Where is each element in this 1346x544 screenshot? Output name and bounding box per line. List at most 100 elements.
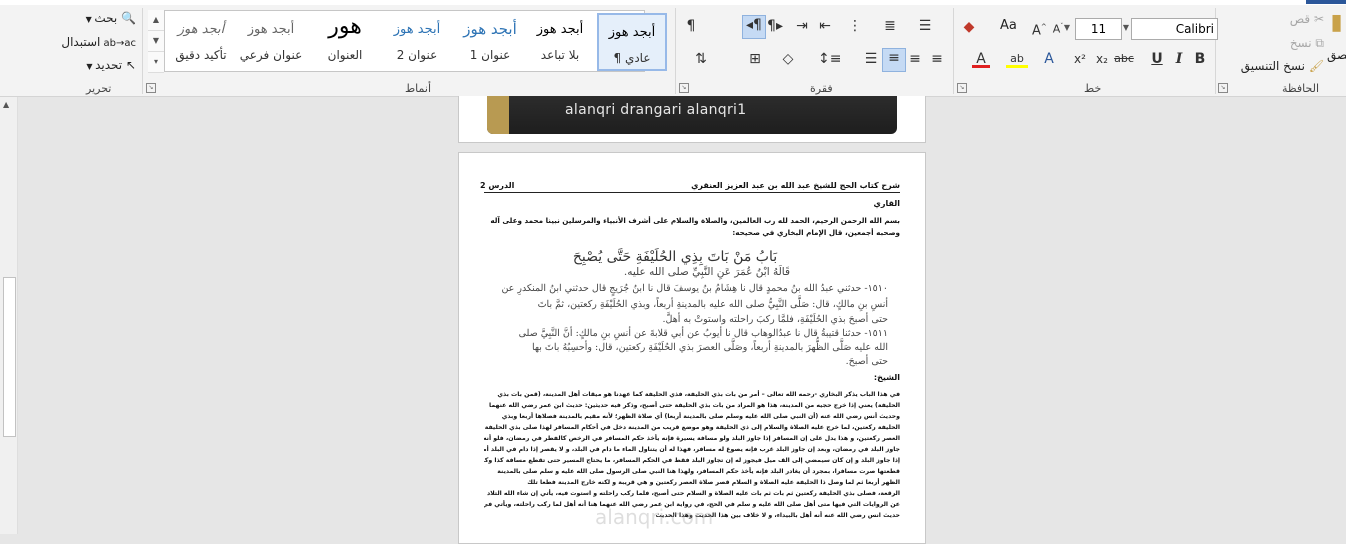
- commentary-line: جاوز البلد في رمضان، وبعد إن جاوز البلد …: [484, 446, 900, 453]
- gallery-down-icon[interactable]: ▼: [148, 31, 164, 52]
- find-button[interactable]: 🔍 بحث ▼: [70, 11, 136, 25]
- align-right-icon[interactable]: ≡: [928, 50, 946, 68]
- align-left-icon[interactable]: ≡: [882, 48, 906, 72]
- styles-gallery-scroll[interactable]: ▲ ▼ ▾: [148, 10, 165, 73]
- justify-icon[interactable]: ☰: [862, 50, 880, 68]
- borders-icon[interactable]: ⊞: [745, 50, 765, 68]
- paragraph-launcher-icon[interactable]: ↘: [679, 83, 689, 93]
- font-name-dropdown-icon[interactable]: ▼: [1121, 18, 1131, 38]
- font-size-select[interactable]: 11: [1075, 18, 1122, 40]
- editing-group-label: تحرير: [86, 82, 112, 95]
- commentary-line: الرقعة، فصلى بذي الحليفة ركعتين ثم بات ث…: [486, 490, 900, 497]
- bold-icon[interactable]: B: [1192, 50, 1208, 68]
- commentary-line: الحليفة ركعتين، لما خرج عليه الصلاة والس…: [484, 424, 900, 431]
- clipboard-group-label: الحافظة: [1282, 82, 1320, 95]
- rtl-direction-icon[interactable]: ◂¶: [742, 15, 766, 39]
- strikethrough-icon[interactable]: abc: [1112, 50, 1136, 68]
- vertical-scrollbar[interactable]: ▲: [0, 97, 18, 534]
- style-subtle-emphasis[interactable]: أبجد هوز تأكيد دقيق: [167, 12, 235, 68]
- title-accent: [1306, 0, 1346, 4]
- chapter-title: بَابُ مَنْ بَاتَ بِذِي الحُلَيْفَةِ حَتَ…: [572, 249, 778, 265]
- style-name: تأكيد دقيق: [175, 48, 227, 62]
- cut-button[interactable]: ✂ قص: [1264, 12, 1324, 26]
- bullets-icon[interactable]: ☰: [915, 17, 935, 35]
- replace-label: استبدال: [61, 35, 101, 49]
- scrollbar-thumb[interactable]: [3, 277, 16, 437]
- style-subtitle[interactable]: أبجد هوز عنوان فرعي: [237, 12, 305, 68]
- ribbon: ▮ لصق ✂ قص ⧉ نسخ 🖌 نسخ التنسيق الحافظة ↘…: [0, 0, 1346, 97]
- styles-group-label: أنماط: [405, 82, 432, 95]
- ltr-direction-icon[interactable]: ¶▸: [765, 17, 785, 35]
- scan-line: ١٥١١- حدثنا قتيبةُ قال نا عبدُالوهاب قال…: [518, 328, 888, 339]
- font-name-select[interactable]: Calibri (أساسي): [1131, 18, 1218, 40]
- paste-icon[interactable]: ▮: [1327, 12, 1346, 44]
- clipboard-launcher-icon[interactable]: ↘: [1218, 83, 1228, 93]
- superscript-icon[interactable]: x²: [1072, 50, 1088, 68]
- style-heading-1[interactable]: أبجد هوز عنوان 1: [456, 12, 524, 68]
- style-sample: أبجد هوز: [177, 22, 225, 37]
- gallery-more-icon[interactable]: ▾: [148, 52, 164, 73]
- style-name: ¶ عادي: [613, 51, 651, 65]
- sort-icon[interactable]: ⇅: [690, 50, 712, 68]
- style-name: عنوان فرعي: [239, 48, 303, 62]
- numbering-icon[interactable]: ≣: [880, 17, 900, 35]
- scan-line: أنسِ بنِ مالكٍ، قال: صَلَّى النَّبِيُّ ص…: [537, 299, 888, 310]
- font-color-icon[interactable]: A: [972, 50, 990, 68]
- scan-line: الله عليه صَلَّى الظُّهرَ بالمدينةِ أربع…: [532, 342, 888, 353]
- change-case-button[interactable]: Aa: [1000, 18, 1017, 33]
- page-header-title: شرح كتاب الحج للشيخ عبد الله بن عبد العز…: [691, 181, 900, 190]
- select-label: تحديد: [95, 58, 123, 72]
- replace-button[interactable]: ab→ac استبدال: [61, 35, 136, 49]
- shrink-font-icon[interactable]: Aˇ: [1052, 18, 1064, 39]
- watermark: alanqri.com: [595, 505, 714, 529]
- banner-social-handles: alanqri drangari alanqri1: [565, 102, 747, 118]
- clear-formatting-icon[interactable]: ◆: [958, 18, 980, 36]
- style-sample: أبجد هوز: [393, 22, 441, 37]
- reader-label: القاري: [873, 199, 900, 208]
- styles-launcher-icon[interactable]: ↘: [146, 83, 156, 93]
- paragraph-group-label: فقرة: [810, 82, 833, 95]
- shading-icon[interactable]: ◇: [778, 50, 798, 68]
- scan-line: حتى أصبحَ.: [845, 356, 888, 367]
- commentary-line: العصر ركعتين، و هذا يدل على إن المسافر إ…: [484, 435, 900, 442]
- dropdown-arrow-icon: ▼: [86, 62, 96, 71]
- sheikh-label: الشيخ:: [873, 373, 900, 382]
- align-center-icon[interactable]: ≡: [906, 50, 924, 68]
- format-painter-label: نسخ التنسيق: [1240, 59, 1305, 73]
- subscript-icon[interactable]: x₂: [1094, 50, 1110, 68]
- text-effects-icon[interactable]: A: [1040, 50, 1058, 68]
- decrease-indent-icon[interactable]: ⇤: [815, 17, 835, 35]
- style-name: العنوان: [327, 48, 363, 62]
- scroll-up-icon[interactable]: ▲: [3, 100, 9, 109]
- highlight-icon[interactable]: ab: [1006, 50, 1028, 68]
- font-group-label: خط: [1084, 82, 1102, 95]
- increase-indent-icon[interactable]: ⇥: [792, 17, 812, 35]
- find-label: بحث: [94, 11, 118, 25]
- style-sample: أبجد هوز: [463, 20, 517, 38]
- format-painter-button[interactable]: 🖌 نسخ التنسيق: [1226, 59, 1324, 73]
- paste-button[interactable]: لصق: [1327, 48, 1346, 62]
- cut-icon: ✂: [1310, 12, 1324, 26]
- line-spacing-icon[interactable]: ↕≡: [818, 50, 841, 68]
- select-button[interactable]: ↖ تحديد ▼: [70, 58, 136, 72]
- multilevel-list-icon[interactable]: ⋮: [845, 17, 865, 35]
- style-heading-2[interactable]: أبجد هوز عنوان 2: [383, 12, 451, 68]
- commentary-line: في هذا الباب يذكر البخاري -رحمه الله تعا…: [497, 391, 900, 398]
- gallery-up-icon[interactable]: ▲: [148, 10, 164, 31]
- show-formatting-icon[interactable]: ¶: [681, 17, 701, 35]
- style-title[interactable]: هور العنوان: [311, 12, 379, 68]
- copy-button[interactable]: ⧉ نسخ: [1264, 36, 1324, 51]
- font-launcher-icon[interactable]: ↘: [957, 83, 967, 93]
- style-name: عنوان 1: [469, 48, 511, 62]
- style-name: عنوان 2: [396, 48, 438, 62]
- style-normal[interactable]: أبجد هوز ¶ عادي: [597, 13, 667, 71]
- commentary-line: الظهر أربعا ثم لما وصل ذا الحليفة عليه ا…: [527, 479, 900, 486]
- style-sample: أبجد هوز: [608, 25, 656, 40]
- copy-icon: ⧉: [1311, 36, 1324, 50]
- style-no-spacing[interactable]: أبجد هوز بلا تباعد: [526, 12, 594, 68]
- grow-font-icon[interactable]: A^: [1032, 18, 1047, 40]
- italic-icon[interactable]: I: [1172, 50, 1186, 68]
- page-header-lesson: الدرس 2: [480, 181, 515, 190]
- style-name: بلا تباعد: [540, 48, 580, 62]
- underline-icon[interactable]: U: [1150, 50, 1164, 68]
